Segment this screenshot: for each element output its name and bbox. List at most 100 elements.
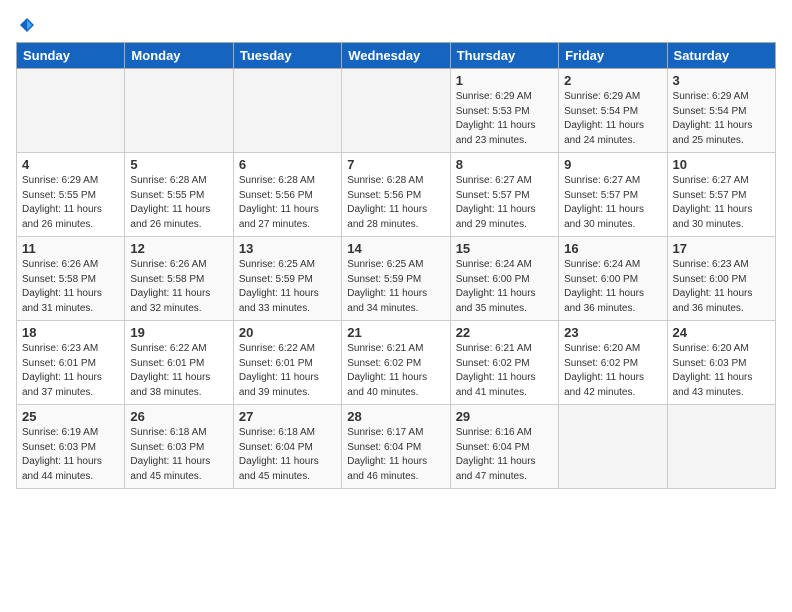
weekday-header: Wednesday xyxy=(342,43,450,69)
day-number: 29 xyxy=(456,409,553,424)
weekday-header: Monday xyxy=(125,43,233,69)
calendar-header-row: SundayMondayTuesdayWednesdayThursdayFrid… xyxy=(17,43,776,69)
day-number: 10 xyxy=(673,157,770,172)
calendar-cell: 23 Sunrise: 6:20 AM Sunset: 6:02 PM Dayli… xyxy=(559,321,667,405)
day-number: 12 xyxy=(130,241,227,256)
calendar-cell xyxy=(233,69,341,153)
day-info: Sunrise: 6:28 AM Sunset: 5:56 PM Dayligh… xyxy=(347,174,444,232)
calendar-cell xyxy=(17,69,125,153)
calendar-cell: 27 Sunrise: 6:18 AM Sunset: 6:04 PM Dayli… xyxy=(233,405,341,489)
day-number: 24 xyxy=(673,325,770,340)
calendar-cell: 24 Sunrise: 6:20 AM Sunset: 6:03 PM Dayli… xyxy=(667,321,775,405)
day-number: 17 xyxy=(673,241,770,256)
calendar-week-row: 25 Sunrise: 6:19 AM Sunset: 6:03 PM Dayli… xyxy=(17,405,776,489)
day-info: Sunrise: 6:27 AM Sunset: 5:57 PM Dayligh… xyxy=(564,174,661,232)
day-number: 2 xyxy=(564,73,661,88)
weekday-header: Saturday xyxy=(667,43,775,69)
day-info: Sunrise: 6:26 AM Sunset: 5:58 PM Dayligh… xyxy=(130,258,227,316)
day-number: 16 xyxy=(564,241,661,256)
day-info: Sunrise: 6:18 AM Sunset: 6:04 PM Dayligh… xyxy=(239,426,336,484)
calendar-cell: 5 Sunrise: 6:28 AM Sunset: 5:55 PM Daylig… xyxy=(125,153,233,237)
day-number: 23 xyxy=(564,325,661,340)
calendar-cell xyxy=(559,405,667,489)
calendar-cell: 26 Sunrise: 6:18 AM Sunset: 6:03 PM Dayli… xyxy=(125,405,233,489)
day-number: 6 xyxy=(239,157,336,172)
calendar-cell: 21 Sunrise: 6:21 AM Sunset: 6:02 PM Dayli… xyxy=(342,321,450,405)
calendar-cell: 13 Sunrise: 6:25 AM Sunset: 5:59 PM Dayli… xyxy=(233,237,341,321)
day-info: Sunrise: 6:29 AM Sunset: 5:55 PM Dayligh… xyxy=(22,174,119,232)
calendar-cell xyxy=(667,405,775,489)
day-number: 25 xyxy=(22,409,119,424)
day-number: 11 xyxy=(22,241,119,256)
calendar-cell: 3 Sunrise: 6:29 AM Sunset: 5:54 PM Daylig… xyxy=(667,69,775,153)
calendar-cell: 14 Sunrise: 6:25 AM Sunset: 5:59 PM Dayli… xyxy=(342,237,450,321)
weekday-header: Friday xyxy=(559,43,667,69)
calendar-cell: 10 Sunrise: 6:27 AM Sunset: 5:57 PM Dayli… xyxy=(667,153,775,237)
day-info: Sunrise: 6:27 AM Sunset: 5:57 PM Dayligh… xyxy=(456,174,553,232)
day-info: Sunrise: 6:22 AM Sunset: 6:01 PM Dayligh… xyxy=(130,342,227,400)
day-number: 20 xyxy=(239,325,336,340)
calendar-cell: 2 Sunrise: 6:29 AM Sunset: 5:54 PM Daylig… xyxy=(559,69,667,153)
day-info: Sunrise: 6:23 AM Sunset: 6:01 PM Dayligh… xyxy=(22,342,119,400)
logo xyxy=(16,16,38,34)
calendar-week-row: 11 Sunrise: 6:26 AM Sunset: 5:58 PM Dayli… xyxy=(17,237,776,321)
day-info: Sunrise: 6:21 AM Sunset: 6:02 PM Dayligh… xyxy=(347,342,444,400)
day-info: Sunrise: 6:16 AM Sunset: 6:04 PM Dayligh… xyxy=(456,426,553,484)
calendar-cell: 16 Sunrise: 6:24 AM Sunset: 6:00 PM Dayli… xyxy=(559,237,667,321)
day-number: 13 xyxy=(239,241,336,256)
day-info: Sunrise: 6:28 AM Sunset: 5:55 PM Dayligh… xyxy=(130,174,227,232)
day-info: Sunrise: 6:22 AM Sunset: 6:01 PM Dayligh… xyxy=(239,342,336,400)
calendar-cell: 19 Sunrise: 6:22 AM Sunset: 6:01 PM Dayli… xyxy=(125,321,233,405)
day-info: Sunrise: 6:23 AM Sunset: 6:00 PM Dayligh… xyxy=(673,258,770,316)
day-number: 19 xyxy=(130,325,227,340)
day-info: Sunrise: 6:27 AM Sunset: 5:57 PM Dayligh… xyxy=(673,174,770,232)
day-info: Sunrise: 6:24 AM Sunset: 6:00 PM Dayligh… xyxy=(456,258,553,316)
calendar-cell: 1 Sunrise: 6:29 AM Sunset: 5:53 PM Daylig… xyxy=(450,69,558,153)
calendar-cell: 6 Sunrise: 6:28 AM Sunset: 5:56 PM Daylig… xyxy=(233,153,341,237)
day-number: 3 xyxy=(673,73,770,88)
calendar-cell: 4 Sunrise: 6:29 AM Sunset: 5:55 PM Daylig… xyxy=(17,153,125,237)
calendar-cell: 20 Sunrise: 6:22 AM Sunset: 6:01 PM Dayli… xyxy=(233,321,341,405)
day-number: 1 xyxy=(456,73,553,88)
day-number: 18 xyxy=(22,325,119,340)
day-number: 21 xyxy=(347,325,444,340)
weekday-header: Tuesday xyxy=(233,43,341,69)
logo-icon xyxy=(18,16,36,34)
day-number: 15 xyxy=(456,241,553,256)
day-info: Sunrise: 6:28 AM Sunset: 5:56 PM Dayligh… xyxy=(239,174,336,232)
day-number: 14 xyxy=(347,241,444,256)
calendar-cell xyxy=(125,69,233,153)
day-number: 27 xyxy=(239,409,336,424)
calendar-week-row: 18 Sunrise: 6:23 AM Sunset: 6:01 PM Dayli… xyxy=(17,321,776,405)
calendar-cell: 7 Sunrise: 6:28 AM Sunset: 5:56 PM Daylig… xyxy=(342,153,450,237)
day-info: Sunrise: 6:29 AM Sunset: 5:54 PM Dayligh… xyxy=(564,90,661,148)
calendar-cell: 18 Sunrise: 6:23 AM Sunset: 6:01 PM Dayli… xyxy=(17,321,125,405)
calendar-table: SundayMondayTuesdayWednesdayThursdayFrid… xyxy=(16,42,776,489)
page-header xyxy=(16,16,776,34)
day-number: 22 xyxy=(456,325,553,340)
calendar-week-row: 4 Sunrise: 6:29 AM Sunset: 5:55 PM Daylig… xyxy=(17,153,776,237)
day-number: 4 xyxy=(22,157,119,172)
day-info: Sunrise: 6:25 AM Sunset: 5:59 PM Dayligh… xyxy=(239,258,336,316)
day-info: Sunrise: 6:17 AM Sunset: 6:04 PM Dayligh… xyxy=(347,426,444,484)
day-info: Sunrise: 6:18 AM Sunset: 6:03 PM Dayligh… xyxy=(130,426,227,484)
day-number: 5 xyxy=(130,157,227,172)
calendar-cell: 11Sunrise: 6:26 AM Sunset: 5:58 PM Dayli… xyxy=(17,237,125,321)
calendar-cell: 17 Sunrise: 6:23 AM Sunset: 6:00 PM Dayli… xyxy=(667,237,775,321)
day-info: Sunrise: 6:19 AM Sunset: 6:03 PM Dayligh… xyxy=(22,426,119,484)
calendar-week-row: 1 Sunrise: 6:29 AM Sunset: 5:53 PM Daylig… xyxy=(17,69,776,153)
calendar-cell: 25 Sunrise: 6:19 AM Sunset: 6:03 PM Dayli… xyxy=(17,405,125,489)
day-info: Sunrise: 6:25 AM Sunset: 5:59 PM Dayligh… xyxy=(347,258,444,316)
day-info: Sunrise: 6:24 AM Sunset: 6:00 PM Dayligh… xyxy=(564,258,661,316)
day-number: 7 xyxy=(347,157,444,172)
weekday-header: Thursday xyxy=(450,43,558,69)
calendar-cell: 9Sunrise: 6:27 AM Sunset: 5:57 PM Daylig… xyxy=(559,153,667,237)
day-info: Sunrise: 6:20 AM Sunset: 6:03 PM Dayligh… xyxy=(673,342,770,400)
day-info: Sunrise: 6:29 AM Sunset: 5:53 PM Dayligh… xyxy=(456,90,553,148)
weekday-header: Sunday xyxy=(17,43,125,69)
day-info: Sunrise: 6:29 AM Sunset: 5:54 PM Dayligh… xyxy=(673,90,770,148)
day-number: 28 xyxy=(347,409,444,424)
day-info: Sunrise: 6:20 AM Sunset: 6:02 PM Dayligh… xyxy=(564,342,661,400)
day-number: 26 xyxy=(130,409,227,424)
day-number: 8 xyxy=(456,157,553,172)
